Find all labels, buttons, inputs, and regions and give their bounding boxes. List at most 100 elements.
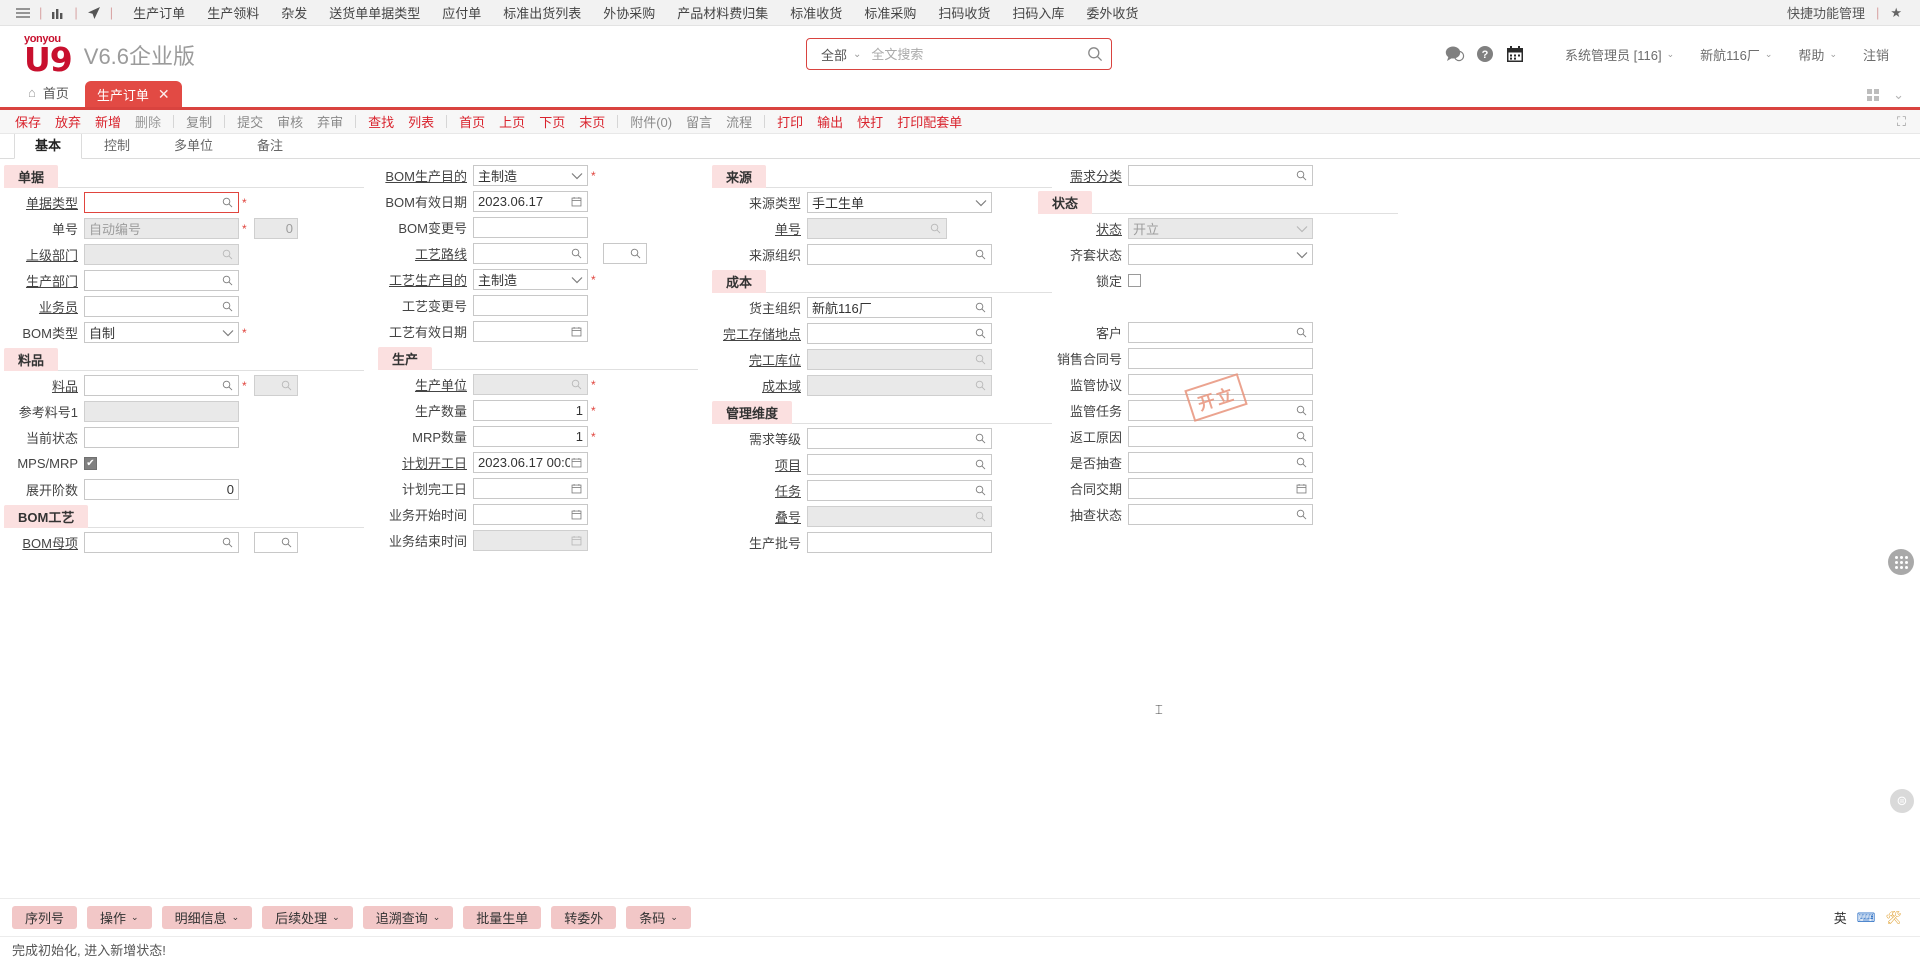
topbar-link-8[interactable]: 标准收货 xyxy=(779,3,853,22)
field-完工存储地点-lookup-icon[interactable] xyxy=(974,327,987,340)
outsource-button[interactable]: 转委外 xyxy=(551,906,617,929)
topbar-link-9[interactable]: 标准采购 xyxy=(853,3,927,22)
toolbar-last-page-button[interactable]: 末页 xyxy=(572,112,612,131)
operation-button[interactable]: 操作 ⌄ xyxy=(87,906,152,929)
topbar-link-4[interactable]: 应付单 xyxy=(431,3,492,22)
field-齐套状态-chevron-down-icon[interactable] xyxy=(1295,248,1308,261)
field-项目-lookup-icon[interactable] xyxy=(974,458,987,471)
chevron-down-icon[interactable]: ⌄ xyxy=(853,49,861,60)
global-search[interactable]: 全部 ⌄ xyxy=(806,38,1112,70)
field-生产批号-input[interactable] xyxy=(807,532,992,553)
chevron-down-icon[interactable]: ⌄ xyxy=(1893,87,1904,103)
barcode-button[interactable]: 条码 ⌄ xyxy=(626,906,691,929)
close-icon[interactable]: ✕ xyxy=(158,86,170,103)
field-bom母项-extra-input[interactable] xyxy=(254,532,298,553)
field-bom有效日期-input[interactable]: 2023.06.17 xyxy=(473,191,588,212)
toolbar-add-button[interactable]: 新增 xyxy=(88,112,128,131)
field-返工原因-input[interactable] xyxy=(1128,426,1313,447)
field-bom生产目的-chevron-down-icon[interactable] xyxy=(570,169,583,182)
toolbar-export-button[interactable]: 输出 xyxy=(810,112,850,131)
field-来源组织-lookup-icon[interactable] xyxy=(974,248,987,261)
toolbar-expand-icon[interactable]: ⛶ xyxy=(1897,114,1912,130)
form-tab-multiunit[interactable]: 多单位 xyxy=(152,135,235,158)
field-需求分类-lookup-icon[interactable] xyxy=(1295,169,1308,182)
topbar-link-0[interactable]: 生产订单 xyxy=(122,3,196,22)
toolbar-prev-page-button[interactable]: 上页 xyxy=(492,112,532,131)
toolbar-first-page-button[interactable]: 首页 xyxy=(452,112,492,131)
grid-view-icon[interactable] xyxy=(1867,89,1880,101)
field-合同交期-input[interactable] xyxy=(1128,478,1313,499)
hamburger-icon[interactable] xyxy=(10,7,36,19)
serial-number-button[interactable]: 序列号 xyxy=(12,906,78,929)
field-bom类型-chevron-down-icon[interactable] xyxy=(221,326,234,339)
field-bom生产目的-label[interactable]: BOM生产目的 xyxy=(378,166,473,185)
field-bom母项-label[interactable]: BOM母项 xyxy=(4,533,84,552)
tool-icon[interactable]: 🛠 xyxy=(1885,910,1902,926)
logout-menu-item[interactable]: 注销 xyxy=(1850,45,1902,64)
field-锁定-checkbox[interactable] xyxy=(1128,274,1141,287)
toolbar-find-button[interactable]: 查找 xyxy=(361,112,401,131)
shortcut-manage-link[interactable]: 快捷功能管理 xyxy=(1787,3,1865,22)
toolbar-submit-button[interactable]: 提交 xyxy=(230,112,270,131)
topbar-link-2[interactable]: 杂发 xyxy=(270,3,318,22)
topbar-link-11[interactable]: 扫码入库 xyxy=(1001,3,1075,22)
field-工艺有效日期-input[interactable] xyxy=(473,321,588,342)
toolbar-unapprove-button[interactable]: 弃审 xyxy=(310,112,350,131)
field-工艺路线-label[interactable]: 工艺路线 xyxy=(378,244,473,263)
field-计划完工日-calendar-icon[interactable] xyxy=(570,482,583,495)
field-计划开工日-label[interactable]: 计划开工日 xyxy=(378,453,473,472)
field-业务开始时间-input[interactable] xyxy=(473,504,588,525)
field-工艺生产目的-label[interactable]: 工艺生产目的 xyxy=(378,270,473,289)
field-状态-label[interactable]: 状态 xyxy=(1038,219,1128,238)
org-menu-item[interactable]: 新航116厂 ⌄ xyxy=(1687,45,1785,64)
user-menu-item[interactable]: 系统管理员 [116] ⌄ xyxy=(1552,45,1687,64)
toolbar-discard-button[interactable]: 放弃 xyxy=(48,112,88,131)
field-单据类型-input[interactable] xyxy=(84,192,239,213)
field-计划开工日-calendar-icon[interactable] xyxy=(570,456,583,469)
field-计划开工日-input[interactable]: 2023.06.17 00:00:00 xyxy=(473,452,588,473)
field-生产部门-input[interactable] xyxy=(84,270,239,291)
field-生产部门-label[interactable]: 生产部门 xyxy=(4,271,84,290)
help-menu-item[interactable]: 帮助 ⌄ xyxy=(1785,45,1850,64)
field-工艺路线-lookup-icon[interactable] xyxy=(570,247,583,260)
form-tab-basic[interactable]: 基本 xyxy=(14,131,83,159)
field-bom生产目的-input[interactable]: 主制造 xyxy=(473,165,588,186)
floating-menu-button[interactable] xyxy=(1888,549,1914,575)
field-需求等级-lookup-icon[interactable] xyxy=(974,432,987,445)
toolbar-print-button[interactable]: 打印 xyxy=(770,112,810,131)
help-icon[interactable]: ? xyxy=(1470,39,1500,69)
field-工艺路线-input[interactable] xyxy=(473,243,588,264)
field-来源类型-chevron-down-icon[interactable] xyxy=(974,196,987,209)
field-计划完工日-input[interactable] xyxy=(473,478,588,499)
field-监管协议-input[interactable] xyxy=(1128,374,1313,395)
field-工艺生产目的-chevron-down-icon[interactable] xyxy=(570,273,583,286)
field-工艺变更号-input[interactable] xyxy=(473,295,588,316)
message-icon[interactable] xyxy=(1440,39,1470,69)
field-任务-lookup-icon[interactable] xyxy=(974,484,987,497)
field-bom类型-input[interactable]: 自制 xyxy=(84,322,239,343)
navigate-icon[interactable] xyxy=(81,6,107,20)
field-生产部门-lookup-icon[interactable] xyxy=(221,274,234,287)
field-mrp数量-input[interactable]: 1 xyxy=(473,426,588,447)
bar-chart-icon[interactable] xyxy=(45,7,71,19)
field-成本域-label[interactable]: 成本域 xyxy=(712,376,807,395)
field-返工原因-lookup-icon[interactable] xyxy=(1295,430,1308,443)
field-bom母项-input[interactable] xyxy=(84,532,239,553)
field-单据类型-label[interactable]: 单据类型 xyxy=(4,193,84,212)
detail-info-button[interactable]: 明细信息 ⌄ xyxy=(161,906,253,929)
field-任务-input[interactable] xyxy=(807,480,992,501)
field-项目-label[interactable]: 项目 xyxy=(712,455,807,474)
field-工艺生产目的-input[interactable]: 主制造 xyxy=(473,269,588,290)
batch-create-button[interactable]: 批量生单 xyxy=(463,906,542,929)
field-单号-label[interactable]: 单号 xyxy=(712,219,807,238)
field-料品-label[interactable]: 料品 xyxy=(4,376,84,395)
field-业务开始时间-calendar-icon[interactable] xyxy=(570,508,583,521)
field-工艺有效日期-calendar-icon[interactable] xyxy=(570,325,583,338)
field-需求分类-label[interactable]: 需求分类 xyxy=(1038,166,1128,185)
tab-production-order[interactable]: 生产订单 ✕ xyxy=(84,81,182,107)
field-监管任务-lookup-icon[interactable] xyxy=(1295,404,1308,417)
toolbar-attachment-button[interactable]: 附件(0) xyxy=(623,112,679,131)
toolbar-copy-button[interactable]: 复制 xyxy=(179,112,219,131)
keyboard-icon[interactable]: ⌨ xyxy=(1857,910,1876,926)
field-bom母项-lookup-icon[interactable] xyxy=(221,536,234,549)
